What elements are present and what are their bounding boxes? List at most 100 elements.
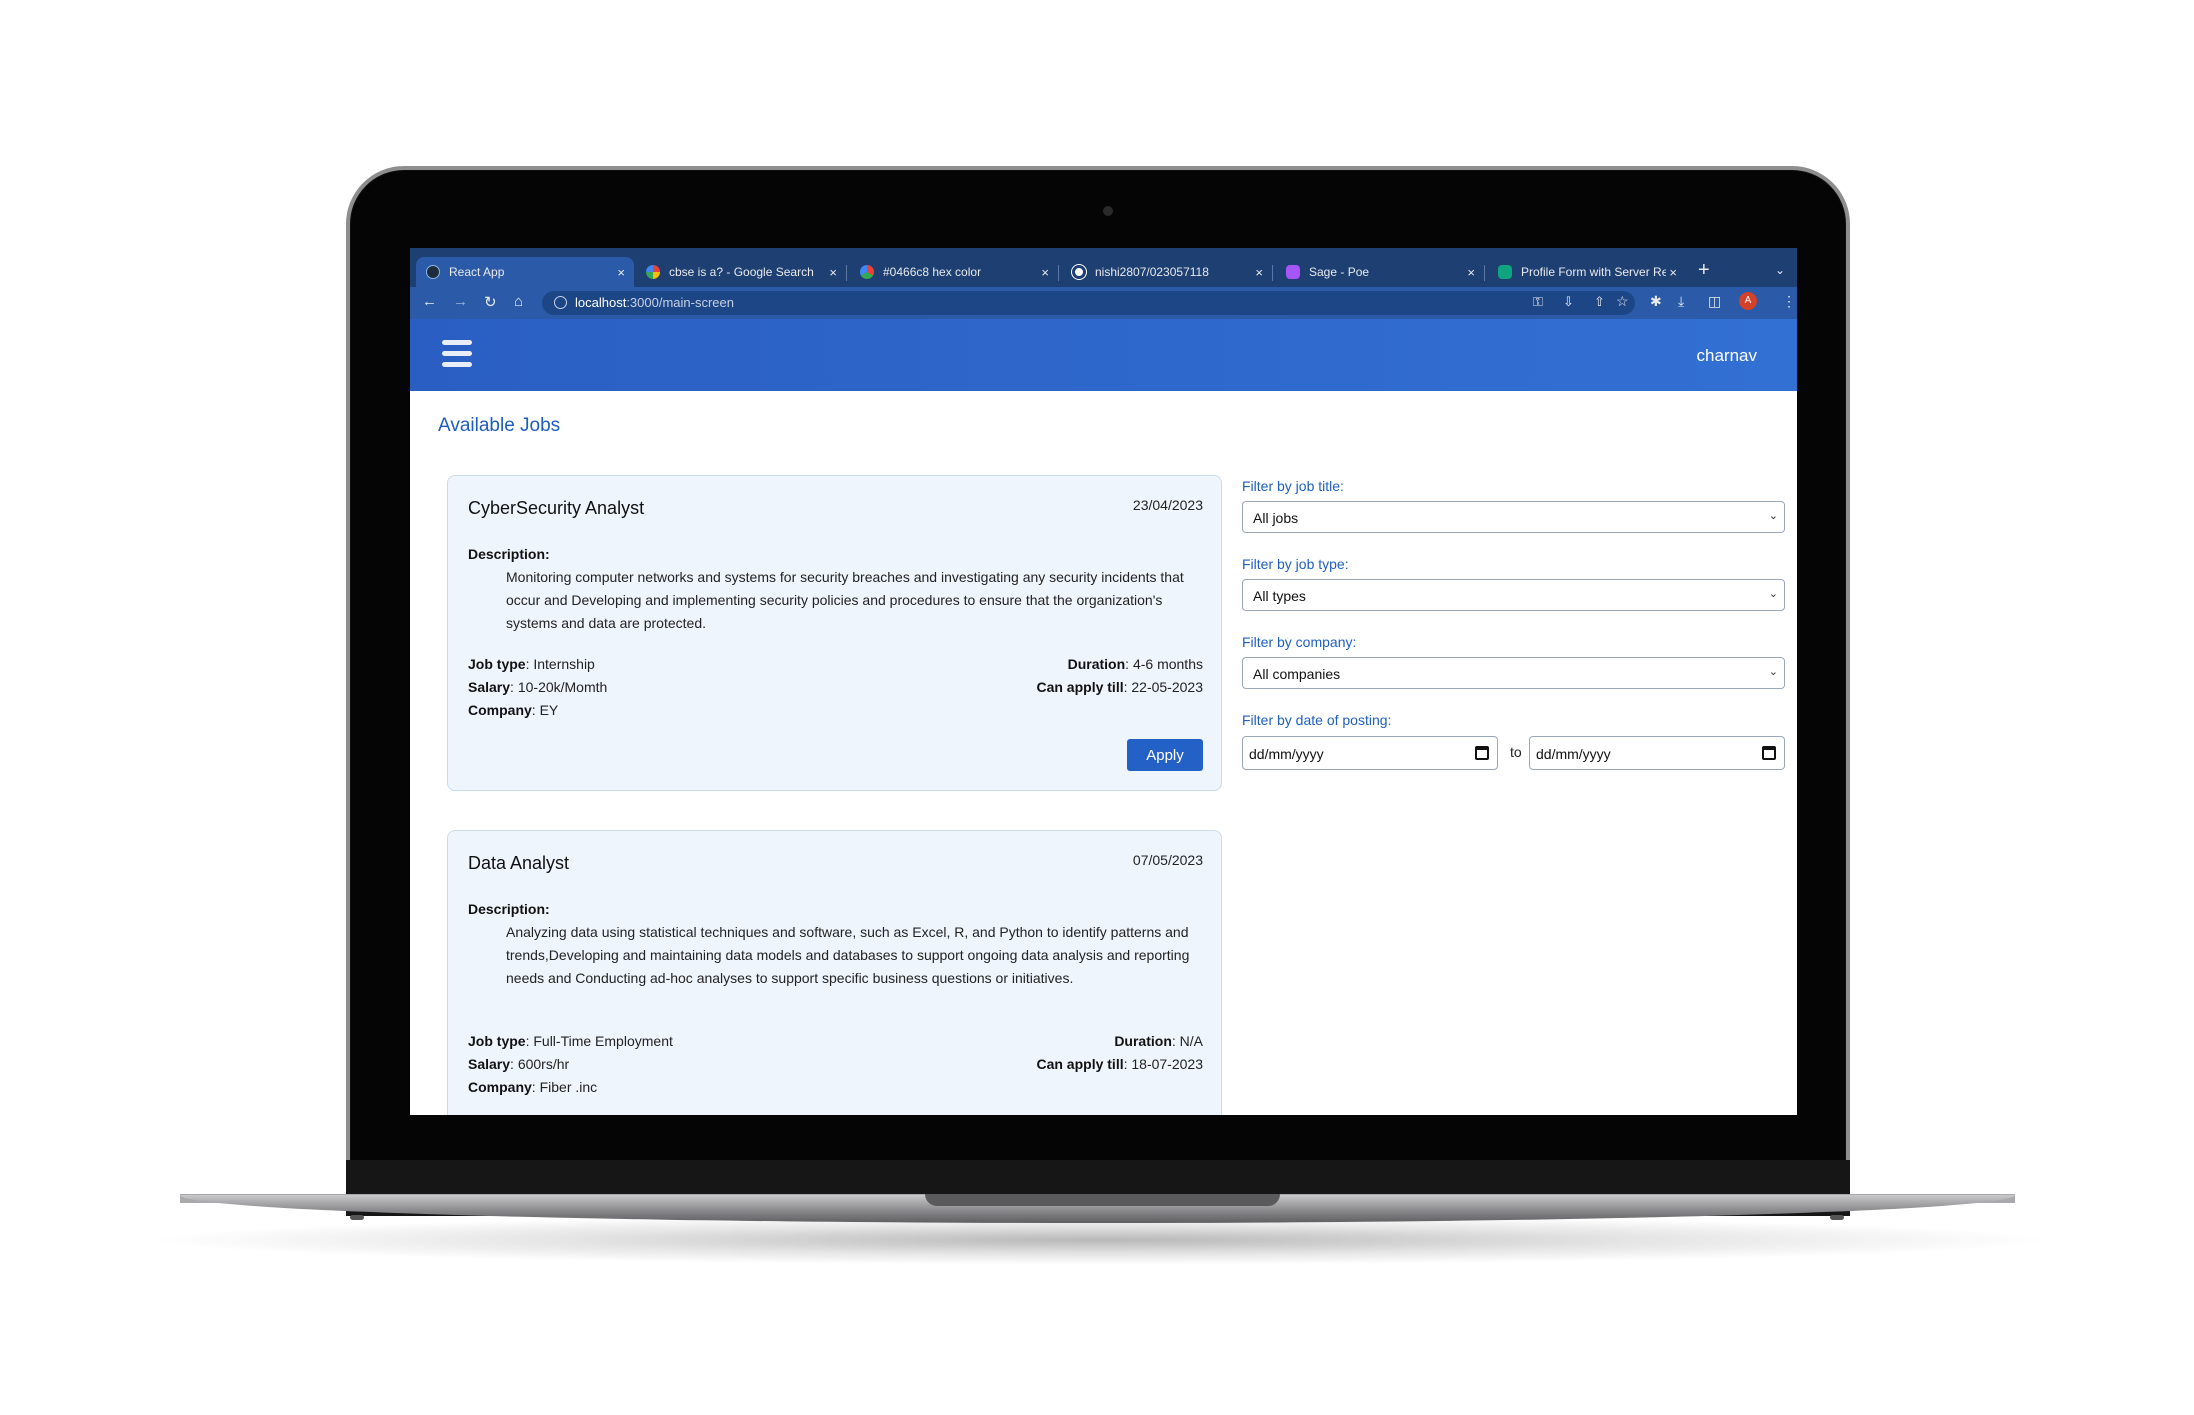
company-row: Company: Fiber .inc <box>468 1079 598 1095</box>
company-value: Fiber .inc <box>539 1079 598 1095</box>
key-icon[interactable]: ⚿ <box>1533 294 1543 310</box>
apply-till-row: Can apply till: 18-07-2023 <box>1036 1056 1203 1072</box>
select-value: All types <box>1253 588 1306 604</box>
company-label: Company <box>468 1079 532 1095</box>
job-type-label: Job type <box>468 1033 526 1049</box>
company-value: EY <box>539 702 559 718</box>
close-icon[interactable]: × <box>1467 265 1475 280</box>
apply-button[interactable]: Apply <box>1127 739 1203 771</box>
site-info-icon[interactable] <box>554 296 567 309</box>
close-icon[interactable]: × <box>1255 265 1263 280</box>
salary-label: Salary <box>468 1056 511 1072</box>
url-host: localhost <box>575 295 627 310</box>
url-path: :3000/main-screen <box>626 295 734 310</box>
date-from-input[interactable]: dd/mm/yyyy <box>1242 736 1498 770</box>
extensions-icon[interactable]: ✱ <box>1650 293 1662 310</box>
tab-separator <box>1272 265 1273 281</box>
job-type-row: Job type: Internship <box>468 656 595 672</box>
duration-row: Duration: 4-6 months <box>1067 656 1203 672</box>
side-panel-icon[interactable]: ◫ <box>1708 293 1721 310</box>
username[interactable]: charnav <box>1697 346 1757 366</box>
tab-google-search[interactable]: cbse is a? - Google Search × <box>636 257 846 287</box>
laptop-foot <box>1830 1215 1844 1220</box>
react-icon <box>426 265 440 279</box>
browser-tab-bar: React App × cbse is a? - Google Search ×… <box>410 248 1797 287</box>
apply-till-label: Can apply till <box>1036 679 1124 695</box>
select-value: All companies <box>1253 666 1341 682</box>
url-text: localhost:3000/main-screen <box>575 295 734 310</box>
chatgpt-icon <box>1498 265 1512 279</box>
profile-avatar[interactable]: A <box>1739 292 1757 310</box>
filter-company-select[interactable]: All companies ⌄ <box>1242 657 1785 689</box>
reload-icon[interactable]: ↻ <box>484 293 497 311</box>
description-label: Description: <box>468 901 550 917</box>
calendar-icon[interactable] <box>1762 746 1776 760</box>
chevron-down-icon: ⌄ <box>1768 588 1778 600</box>
tab-profile-form[interactable]: Profile Form with Server Re × <box>1488 257 1686 287</box>
duration-value: 4-6 months <box>1132 656 1203 672</box>
filter-job-type-select[interactable]: All types ⌄ <box>1242 579 1785 611</box>
job-date: 07/05/2023 <box>1132 852 1203 868</box>
share-icon[interactable]: ⇧ <box>1594 294 1605 310</box>
tab-react-app[interactable]: React App × <box>416 257 634 287</box>
job-type-row: Job type: Full-Time Employment <box>468 1033 673 1049</box>
filter-company-label: Filter by company: <box>1242 634 1357 650</box>
menu-hamburger-icon[interactable] <box>442 340 472 368</box>
job-description: Monitoring computer networks and systems… <box>506 569 1184 631</box>
salary-row: Salary: 10-20k/Momth <box>468 679 608 695</box>
close-icon[interactable]: × <box>617 265 625 280</box>
tab-label: React App <box>449 265 505 279</box>
date-to-input[interactable]: dd/mm/yyyy <box>1529 736 1785 770</box>
tab-label: nishi2807/023057118 <box>1095 265 1209 279</box>
tab-separator <box>1058 265 1059 281</box>
duration-value: N/A <box>1179 1033 1203 1049</box>
tab-search-chevron-icon[interactable]: ⌄ <box>1775 263 1785 277</box>
select-value: All jobs <box>1253 510 1299 526</box>
browser-menu-icon[interactable]: ⋮ <box>1782 293 1796 310</box>
job-type-value: Full-Time Employment <box>533 1033 673 1049</box>
close-icon[interactable]: × <box>1666 264 1677 280</box>
google-icon <box>646 265 660 279</box>
install-app-icon[interactable]: ⇩ <box>1563 294 1574 310</box>
apply-till-label: Can apply till <box>1036 1056 1124 1072</box>
tab-label: cbse is a? - Google Search <box>669 265 814 279</box>
back-arrow-icon[interactable]: ← <box>422 293 437 310</box>
downloads-icon[interactable]: ⤓ <box>1678 293 1684 310</box>
job-card: CyberSecurity Analyst 23/04/2023 Descrip… <box>447 475 1222 791</box>
color-wheel-icon <box>860 265 874 279</box>
bookmark-star-icon[interactable]: ☆ <box>1616 293 1629 310</box>
address-bar[interactable]: localhost:3000/main-screen ⚿ ⇩ ⇧ ☆ <box>542 291 1635 315</box>
salary-value: 10-20k/Momth <box>517 679 608 695</box>
job-date: 23/04/2023 <box>1132 497 1203 513</box>
close-icon[interactable]: × <box>1041 265 1049 280</box>
tab-label: Sage - Poe <box>1309 265 1370 279</box>
screen: React App × cbse is a? - Google Search ×… <box>410 248 1797 1115</box>
calendar-icon[interactable] <box>1475 746 1489 760</box>
duration-label: Duration <box>1067 656 1126 672</box>
laptop-notch <box>925 1194 1280 1206</box>
date-placeholder: dd/mm/yyyy <box>1249 746 1324 762</box>
job-type-value: Internship <box>533 656 595 672</box>
apply-till-value: 22-05-2023 <box>1131 679 1203 695</box>
tab-github[interactable]: nishi2807/023057118 × <box>1062 257 1272 287</box>
close-icon[interactable]: × <box>829 265 837 280</box>
new-tab-button[interactable]: + <box>1698 259 1710 282</box>
tab-hex-color[interactable]: #0466c8 hex color × <box>850 257 1058 287</box>
job-description: Analyzing data using statistical techniq… <box>506 924 1190 986</box>
home-icon[interactable]: ⌂ <box>514 293 523 310</box>
filter-job-title-select[interactable]: All jobs ⌄ <box>1242 501 1785 533</box>
forward-arrow-icon[interactable]: → <box>453 293 468 310</box>
duration-label: Duration <box>1114 1033 1172 1049</box>
description-label: Description: <box>468 546 550 562</box>
salary-value: 600rs/hr <box>517 1056 570 1072</box>
tab-poe[interactable]: Sage - Poe × <box>1276 257 1484 287</box>
date-range-to-label: to <box>1510 744 1522 760</box>
date-placeholder: dd/mm/yyyy <box>1536 746 1611 762</box>
tab-separator <box>1484 265 1485 281</box>
apply-till-row: Can apply till: 22-05-2023 <box>1036 679 1203 695</box>
laptop-foot <box>350 1215 364 1220</box>
browser-toolbar: ← → ↻ ⌂ localhost:3000/main-screen ⚿ ⇩ ⇧… <box>410 287 1797 319</box>
poe-icon <box>1286 265 1300 279</box>
webcam <box>1103 206 1113 216</box>
job-title: Data Analyst <box>468 853 570 873</box>
